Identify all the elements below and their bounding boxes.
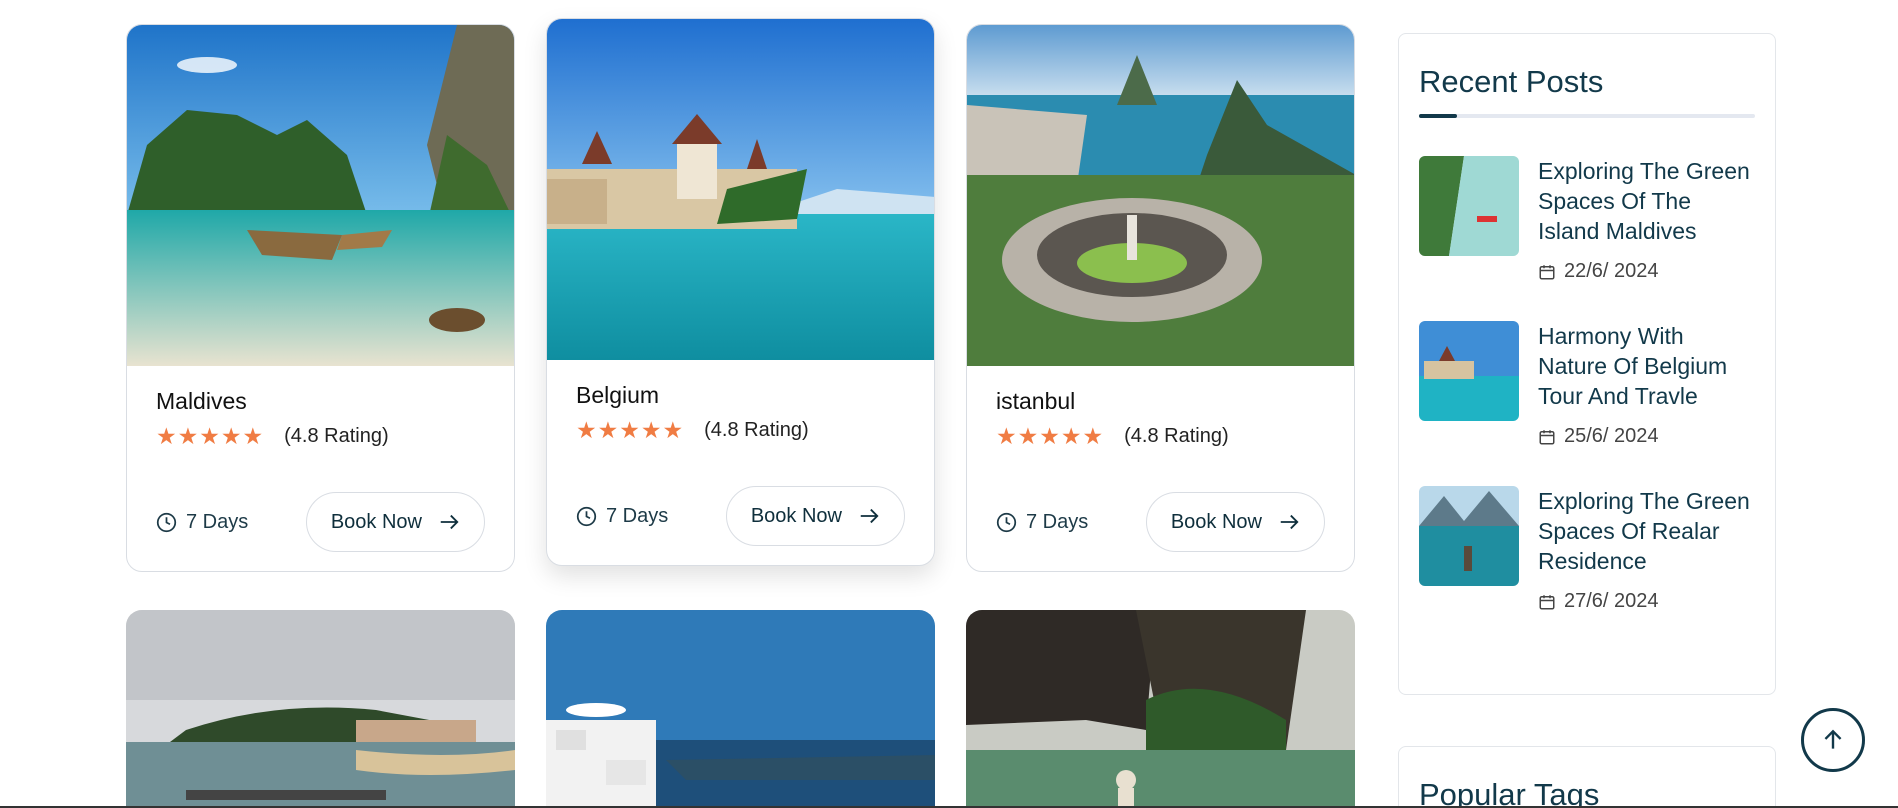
duration: 7 Days [156,511,248,534]
post-thumbnail[interactable] [1419,486,1519,586]
rating-text: (4.8 Rating) [704,419,809,441]
tour-card-istanbul[interactable]: istanbul ★★★★★ (4.8 Rating) 7 Days Book … [966,24,1355,572]
post-date: 25/6/ 2024 [1538,425,1755,448]
tour-name: Maldives [156,388,247,414]
tour-name: Belgium [576,382,660,408]
clock-icon [996,512,1017,532]
post-date: 27/6/ 2024 [1538,590,1755,613]
post-date-text: 27/6/ 2024 [1564,590,1659,612]
book-now-label: Book Now [750,504,842,527]
duration: 7 Days [996,511,1088,534]
clock-icon [576,506,597,526]
recent-post-item[interactable]: Exploring The Green Spaces Of The Island… [1419,156,1755,283]
title-underline [1419,114,1755,118]
post-thumbnail[interactable] [1419,156,1519,256]
calendar-icon [1539,264,1555,279]
rating-stars: ★★★★★ [156,423,265,449]
popular-tags-widget: Popular Tags [1398,746,1776,808]
popular-tags-title: Popular Tags [1419,777,1600,808]
recent-posts-widget: Recent Posts Exploring The Green Spaces … [1398,33,1776,695]
post-thumbnail[interactable] [1419,321,1519,421]
post-date: 22/6/ 2024 [1538,260,1755,283]
arrow-right-icon [860,508,879,524]
recent-posts-title: Recent Posts [1419,64,1604,99]
tour-image-maldives[interactable] [127,25,514,366]
rating-text: (4.8 Rating) [1124,425,1229,447]
tour-name: istanbul [996,388,1076,414]
post-title[interactable]: Exploring The Green Spaces Of The Island… [1538,156,1755,246]
duration-label: 7 Days [606,504,669,527]
duration-label: 7 Days [186,510,249,533]
post-date-text: 25/6/ 2024 [1564,425,1659,447]
post-title[interactable]: Exploring The Green Spaces Of Realar Res… [1538,486,1755,576]
book-now-label: Book Now [1170,510,1262,533]
post-title[interactable]: Harmony With Nature Of Belgium Tour And … [1538,321,1755,411]
scroll-to-top-button[interactable] [1801,708,1865,772]
tour-image-istanbul[interactable] [967,25,1354,366]
rating-stars: ★★★★★ [576,417,685,443]
book-now-label: Book Now [330,510,422,533]
calendar-icon [1539,594,1555,609]
calendar-icon [1539,429,1555,444]
rating-stars: ★★★★★ [996,423,1105,449]
tour-card-maldives[interactable]: Maldives ★★★★★ (4.8 Rating) 7 Days Book … [126,24,515,572]
book-now-button[interactable]: Book Now [725,486,905,546]
arrow-right-icon [1280,514,1299,530]
clock-icon [156,512,177,532]
rating-text: (4.8 Rating) [284,425,389,447]
tour-card-image-coastal-town[interactable] [126,610,515,808]
tour-image-belgium[interactable] [547,19,934,360]
arrow-up-icon [1824,729,1842,749]
tour-card-image-cliffs[interactable] [966,610,1355,808]
recent-post-item[interactable]: Exploring The Green Spaces Of Realar Res… [1419,486,1755,613]
duration: 7 Days [576,505,668,528]
arrow-right-icon [440,514,459,530]
book-now-button[interactable]: Book Now [305,492,485,552]
tour-card-image-santorini[interactable] [546,610,935,808]
recent-post-item[interactable]: Harmony With Nature Of Belgium Tour And … [1419,321,1755,448]
tour-card-belgium[interactable]: Belgium ★★★★★ (4.8 Rating) 7 Days Book N… [546,18,935,566]
duration-label: 7 Days [1026,510,1089,533]
post-date-text: 22/6/ 2024 [1564,260,1659,282]
book-now-button[interactable]: Book Now [1145,492,1325,552]
